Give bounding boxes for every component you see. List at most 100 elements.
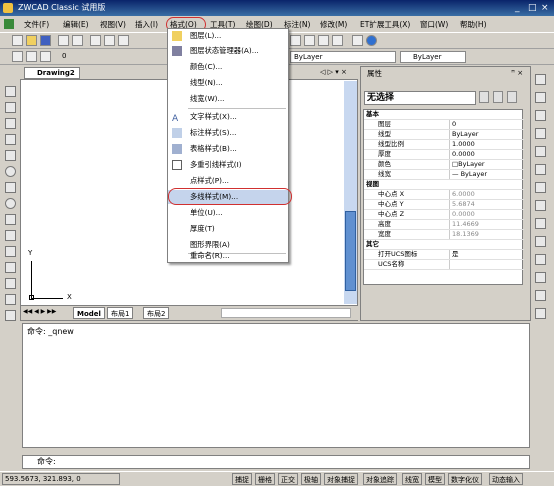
menu-help[interactable]: 帮助(H) bbox=[460, 18, 487, 31]
polygon-icon[interactable] bbox=[5, 118, 16, 129]
ellipse-icon[interactable] bbox=[5, 198, 16, 209]
table-icon[interactable] bbox=[5, 294, 16, 305]
hatch-icon[interactable] bbox=[5, 262, 16, 273]
quick-select-icon[interactable] bbox=[507, 91, 517, 103]
dynamic-input-button[interactable]: 动态输入 bbox=[489, 473, 523, 485]
preview-icon[interactable] bbox=[72, 35, 83, 46]
prop-row[interactable]: 中心点 Y 5.6874 bbox=[364, 200, 524, 210]
prop-row[interactable]: 中心点 Z 0.0000 bbox=[364, 210, 524, 220]
menu-rename[interactable]: 重命名(R)... bbox=[168, 249, 288, 263]
polar-button[interactable]: 极轴 bbox=[301, 473, 321, 485]
layer-state-icon[interactable] bbox=[26, 51, 37, 62]
menu-dim-style[interactable]: 标注样式(S)... bbox=[168, 126, 288, 140]
copy-icon[interactable] bbox=[104, 35, 115, 46]
new-icon[interactable] bbox=[12, 35, 23, 46]
menu-text-style[interactable]: A 文字样式(X)... bbox=[168, 110, 288, 124]
tab-layout2[interactable]: 布局2 bbox=[143, 307, 170, 319]
prop-row[interactable]: 线型 ByLayer bbox=[364, 130, 524, 140]
scroll-thumb[interactable] bbox=[345, 211, 356, 291]
point-icon[interactable] bbox=[5, 246, 16, 257]
model-button[interactable]: 模型 bbox=[425, 473, 445, 485]
toggle-pickadd-icon[interactable] bbox=[479, 91, 489, 103]
layer-manager-icon[interactable] bbox=[12, 51, 23, 62]
selection-dropdown[interactable]: 无选择 bbox=[364, 91, 476, 105]
menu-lineweight[interactable]: 线宽(W)... bbox=[168, 92, 288, 106]
menu-file[interactable]: 文件(F) bbox=[24, 18, 49, 31]
make-block-icon[interactable] bbox=[5, 230, 16, 241]
menu-layer[interactable]: 图层(L)... bbox=[168, 29, 288, 43]
snap-button[interactable]: 捕捉 bbox=[232, 473, 252, 485]
mtext-icon[interactable] bbox=[5, 310, 16, 321]
otrack-button[interactable]: 对象追踪 bbox=[363, 473, 397, 485]
panel-close-icon[interactable]: ꟸ × bbox=[511, 69, 523, 77]
tab-model[interactable]: Model bbox=[73, 307, 105, 319]
rotate-icon[interactable] bbox=[535, 182, 546, 193]
polyline-icon[interactable] bbox=[5, 102, 16, 113]
arc-icon[interactable] bbox=[5, 150, 16, 161]
scale-icon[interactable] bbox=[535, 200, 546, 211]
ortho-button[interactable]: 正交 bbox=[278, 473, 298, 485]
prop-row[interactable]: 线宽 — ByLayer bbox=[364, 170, 524, 180]
lineweight-button[interactable]: 线宽 bbox=[402, 473, 422, 485]
region-icon[interactable] bbox=[5, 278, 16, 289]
prop-row[interactable]: UCS名称 bbox=[364, 260, 524, 270]
tab-layout1[interactable]: 布局1 bbox=[107, 307, 134, 319]
break-icon[interactable] bbox=[535, 272, 546, 283]
menu-point-style[interactable]: 点样式(P)... bbox=[168, 174, 288, 188]
prop-row[interactable]: 高度 11.4669 bbox=[364, 220, 524, 230]
section-basic[interactable]: 基本 bbox=[364, 110, 524, 120]
save-icon[interactable] bbox=[40, 35, 51, 46]
select-objects-icon[interactable] bbox=[493, 91, 503, 103]
circle-icon[interactable] bbox=[5, 166, 16, 177]
menu-color[interactable]: 颜色(C)... bbox=[168, 60, 288, 74]
menu-window[interactable]: 窗口(W) bbox=[420, 18, 448, 31]
line-icon[interactable] bbox=[5, 86, 16, 97]
insert-block-icon[interactable] bbox=[5, 214, 16, 225]
menu-thickness[interactable]: 厚度(T) bbox=[168, 222, 288, 236]
layout-nav[interactable]: ◀◀ ◀ ▶ ▶▶ bbox=[23, 308, 56, 315]
menu-mleader-style[interactable]: 多重引线样式(I) bbox=[168, 158, 288, 172]
rectangle-icon[interactable] bbox=[5, 134, 16, 145]
section-other[interactable]: 其它 bbox=[364, 240, 524, 250]
extend-icon[interactable] bbox=[535, 254, 546, 265]
layout-icon-4[interactable] bbox=[332, 35, 343, 46]
layout-icon-2[interactable] bbox=[304, 35, 315, 46]
vertical-scrollbar[interactable] bbox=[344, 81, 357, 304]
mirror-icon[interactable] bbox=[535, 110, 546, 121]
cut-icon[interactable] bbox=[90, 35, 101, 46]
minimize-button[interactable]: _ bbox=[515, 0, 520, 16]
menu-insert[interactable]: 插入(I) bbox=[135, 18, 158, 31]
section-view[interactable]: 视图 bbox=[364, 180, 524, 190]
layer-value[interactable]: 0 bbox=[62, 52, 66, 60]
grid-button[interactable]: 栅格 bbox=[255, 473, 275, 485]
paste-icon[interactable] bbox=[118, 35, 129, 46]
spline-icon[interactable] bbox=[5, 182, 16, 193]
menu-et-tools[interactable]: ET扩展工具(X) bbox=[360, 18, 410, 31]
menu-modify[interactable]: 修改(M) bbox=[320, 18, 347, 31]
prop-row[interactable]: 线型比例 1.0000 bbox=[364, 140, 524, 150]
horizontal-scrollbar[interactable] bbox=[221, 308, 351, 318]
maximize-button[interactable]: □ bbox=[528, 0, 537, 16]
move-icon[interactable] bbox=[535, 164, 546, 175]
tab-nav-icon[interactable]: ◁ ▷ ▾ × bbox=[320, 68, 347, 76]
layer-prev-icon[interactable] bbox=[40, 51, 51, 62]
help-icon[interactable] bbox=[366, 35, 377, 46]
stretch-icon[interactable] bbox=[535, 218, 546, 229]
print-icon[interactable] bbox=[58, 35, 69, 46]
drawing-tab[interactable]: Drawing2 bbox=[24, 67, 80, 79]
prop-row[interactable]: 中心点 X 6.0000 bbox=[364, 190, 524, 200]
erase-icon[interactable] bbox=[535, 74, 546, 85]
close-button[interactable]: × bbox=[541, 0, 549, 16]
layout-icon-1[interactable] bbox=[290, 35, 301, 46]
chamfer-icon[interactable] bbox=[535, 290, 546, 301]
menu-edit[interactable]: 编辑(E) bbox=[63, 18, 89, 31]
copy-object-icon[interactable] bbox=[535, 92, 546, 103]
zoom-icon[interactable] bbox=[352, 35, 363, 46]
menu-table-style[interactable]: 表格样式(B)... bbox=[168, 142, 288, 156]
prop-row[interactable]: 宽度 18.1369 bbox=[364, 230, 524, 240]
trim-icon[interactable] bbox=[535, 236, 546, 247]
layout-icon-3[interactable] bbox=[318, 35, 329, 46]
prop-row[interactable]: 打开UCS图标是 bbox=[364, 250, 524, 260]
menu-layer-state[interactable]: 图层状态管理器(A)... bbox=[168, 44, 288, 58]
array-icon[interactable] bbox=[535, 146, 546, 157]
